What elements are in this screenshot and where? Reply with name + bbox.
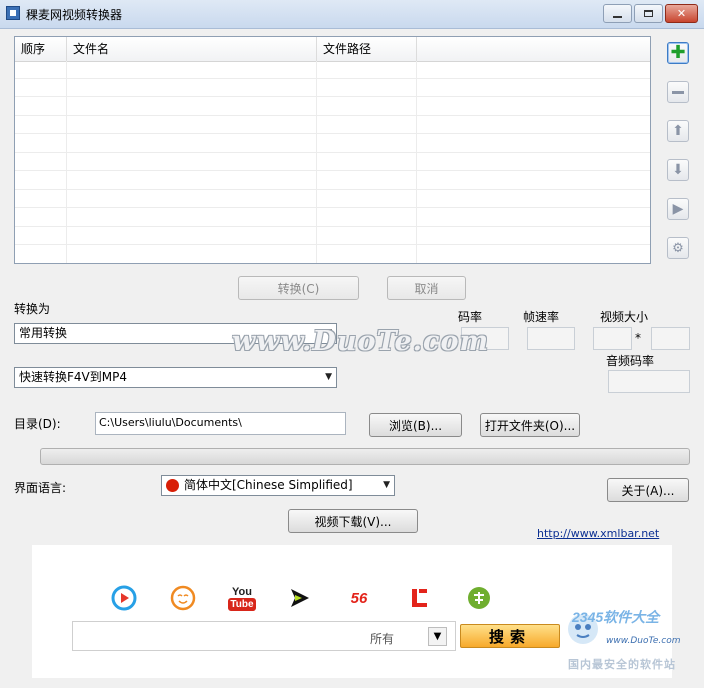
- audio-bitrate-label: 音频码率: [606, 354, 655, 368]
- about-button[interactable]: 关于(A)...: [607, 478, 689, 502]
- arrow-down-icon: ⬇: [672, 162, 684, 178]
- remove-file-button[interactable]: [667, 81, 689, 103]
- browse-button[interactable]: 浏览(B)...: [369, 413, 462, 437]
- minimize-button[interactable]: [603, 4, 632, 23]
- convert-to-label: 转换为: [14, 302, 51, 316]
- search-scope-dropdown[interactable]: ▼: [428, 627, 447, 646]
- minimize-icon: [613, 15, 622, 18]
- format-category-value: 常用转换: [19, 326, 68, 340]
- minus-icon: [672, 90, 684, 94]
- convert-button[interactable]: 转换(C): [238, 276, 359, 300]
- file-list[interactable]: 顺序 文件名 文件路径: [14, 36, 651, 264]
- qiyi-icon[interactable]: [466, 585, 492, 611]
- framerate-input[interactable]: [527, 327, 575, 350]
- ui-language-label: 界面语言:: [14, 481, 67, 495]
- maximize-button[interactable]: [634, 4, 663, 23]
- size-separator: *: [635, 331, 641, 345]
- move-down-button[interactable]: ⬇: [667, 159, 689, 181]
- table-row[interactable]: [15, 209, 650, 227]
- search-button[interactable]: 搜索: [460, 624, 560, 648]
- video-height-input[interactable]: [651, 327, 690, 350]
- table-row[interactable]: [15, 154, 650, 171]
- chevron-down-icon: ▼: [433, 631, 442, 642]
- column-order[interactable]: 顺序: [15, 37, 67, 61]
- settings-button[interactable]: ⚙: [667, 237, 689, 259]
- column-filepath[interactable]: 文件路径: [317, 37, 417, 61]
- chevron-down-icon: ▼: [325, 372, 332, 382]
- plus-icon: ✚: [670, 42, 686, 63]
- youku-icon[interactable]: [111, 585, 137, 611]
- close-button[interactable]: ✕: [665, 4, 698, 23]
- column-extra[interactable]: [417, 37, 650, 61]
- bitrate-label: 码率: [458, 310, 483, 324]
- move-up-button[interactable]: ⬆: [667, 120, 689, 142]
- website-link[interactable]: http://www.xmlbar.net: [537, 527, 659, 540]
- play-icon: ▶: [672, 201, 684, 217]
- open-folder-button[interactable]: 打开文件夹(O)...: [480, 413, 580, 437]
- cancel-button[interactable]: 取消: [387, 276, 466, 300]
- column-filename[interactable]: 文件名: [67, 37, 317, 61]
- table-row[interactable]: [15, 246, 650, 263]
- framerate-label: 帧速率: [523, 310, 560, 324]
- app-icon: [6, 6, 20, 20]
- directory-input[interactable]: C:\Users\liulu\Documents\: [95, 412, 346, 435]
- brand-slogan: 国内最安全的软件站: [568, 658, 676, 671]
- table-row[interactable]: [15, 172, 650, 190]
- 56-icon[interactable]: 56: [346, 585, 372, 611]
- table-row[interactable]: [15, 80, 650, 97]
- tudou-icon[interactable]: [170, 585, 196, 611]
- format-preset-value: 快速转换F4V到MP4: [19, 370, 127, 384]
- table-row[interactable]: [15, 61, 650, 79]
- play-button[interactable]: ▶: [667, 198, 689, 220]
- list-header: 顺序 文件名 文件路径: [15, 37, 650, 62]
- search-scope-value: 所有: [370, 632, 395, 646]
- iqiyi-icon[interactable]: [287, 585, 313, 611]
- directory-label: 目录(D):: [14, 417, 61, 431]
- progress-bar: [40, 448, 690, 465]
- youtube-you-text: You: [232, 585, 252, 598]
- brand-name: 2345软件大全: [572, 609, 660, 625]
- letv-icon[interactable]: [406, 585, 432, 611]
- watermark: www.DuoTe.com: [232, 326, 490, 357]
- youtube-icon[interactable]: You Tube: [228, 583, 256, 613]
- video-size-label: 视频大小: [600, 310, 649, 324]
- window-title: 稞麦网视频转换器: [26, 8, 123, 22]
- close-icon: ✕: [676, 7, 687, 20]
- chevron-down-icon: ▼: [383, 480, 390, 490]
- video-width-input[interactable]: [593, 327, 632, 350]
- table-row[interactable]: [15, 191, 650, 208]
- arrow-up-icon: ⬆: [672, 123, 684, 139]
- gear-icon: ⚙: [672, 240, 684, 256]
- maximize-icon: [644, 10, 653, 17]
- language-value: 简体中文[Chinese Simplified]: [184, 478, 353, 492]
- format-preset-select[interactable]: 快速转换F4V到MP4 ▼: [14, 367, 337, 388]
- youtube-tube-text: Tube: [228, 597, 256, 611]
- brand-url: www.DuoTe.com: [606, 636, 681, 646]
- video-download-button[interactable]: 视频下载(V)...: [288, 509, 418, 533]
- table-row[interactable]: [15, 117, 650, 134]
- table-row[interactable]: [15, 98, 650, 116]
- china-flag-icon: [166, 479, 179, 492]
- add-file-button[interactable]: ✚: [667, 42, 689, 64]
- search-input[interactable]: [76, 625, 360, 649]
- table-row[interactable]: [15, 228, 650, 245]
- audio-bitrate-input[interactable]: [608, 370, 690, 393]
- table-row[interactable]: [15, 135, 650, 153]
- language-select[interactable]: 简体中文[Chinese Simplified] ▼: [161, 475, 395, 496]
